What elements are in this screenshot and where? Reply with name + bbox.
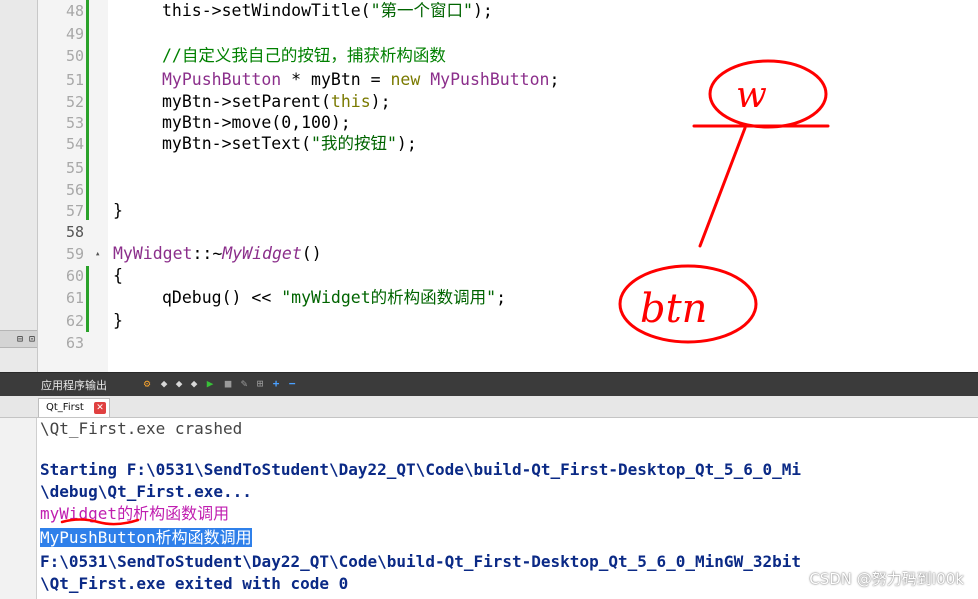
output-line-selected[interactable]: MyPushButton析构函数调用	[40, 527, 252, 549]
code-token: "myWidget的析构函数调用"	[281, 288, 497, 307]
code-token: MyWidget	[222, 244, 302, 263]
code-token: ()	[301, 244, 322, 263]
zoom-out-icon[interactable]: −	[286, 378, 298, 390]
output-pane-title: 应用程序输出	[41, 379, 107, 392]
tab-close-icon[interactable]: ✕	[94, 402, 106, 414]
line-number: 59	[65, 245, 84, 263]
annotation-circle-w	[708, 59, 828, 129]
line-number: 50	[65, 47, 84, 65]
output-left-strip	[0, 418, 37, 599]
code-token: myBtn->setText(	[162, 134, 312, 153]
code-token: ;	[549, 70, 560, 89]
code-token: this	[330, 92, 371, 111]
change-marker-bar	[86, 0, 89, 220]
next-item-icon[interactable]: ◆	[173, 378, 185, 390]
annotation-label-btn: btn	[640, 286, 707, 332]
line-number: 53	[65, 114, 84, 132]
code-token: * myBtn =	[281, 70, 391, 89]
line-number: 55	[65, 159, 84, 177]
line-number: 54	[65, 135, 84, 153]
selected-text[interactable]: MyPushButton析构函数调用	[40, 528, 252, 547]
code-token: new	[390, 70, 421, 89]
output-line: F:\0531\SendToStudent\Day22_QT\Code\buil…	[40, 552, 801, 571]
line-number-current: 58	[65, 223, 84, 241]
code-token: MyPushButton	[430, 70, 550, 89]
code-token: }	[113, 201, 123, 220]
output-pane-toolbar: 应用程序输出 ⚙ ◆ ◆ ◆ ▶ ■ ✎ ⊞ + −	[0, 372, 978, 397]
code-token: );	[396, 134, 417, 153]
code-token: ;	[496, 288, 506, 307]
left-dock-strip: ⊟ ⊡	[0, 0, 38, 372]
code-line-60[interactable]: {	[113, 265, 123, 287]
stop-icon[interactable]: ■	[222, 378, 234, 390]
code-line-51[interactable]: MyPushButton * myBtn = new MyPushButton;	[162, 69, 559, 91]
line-number: 60	[65, 267, 84, 285]
code-token: qDebug() <<	[162, 288, 282, 307]
line-number: 63	[65, 334, 84, 352]
line-number: 48	[65, 2, 84, 20]
code-token: }	[113, 311, 123, 330]
code-token: this->setWindowTitle(	[162, 1, 371, 20]
code-token: );	[473, 1, 493, 20]
code-line-52[interactable]: myBtn->setParent(this);	[162, 91, 391, 113]
line-number: 51	[65, 71, 84, 89]
change-marker-bar	[86, 266, 89, 332]
code-line-61[interactable]: qDebug() << "myWidget的析构函数调用";	[162, 287, 506, 309]
line-number: 52	[65, 93, 84, 111]
code-token: {	[113, 266, 123, 285]
line-number: 57	[65, 202, 84, 220]
annotation-underline-mywidget	[60, 518, 140, 526]
attach-icon[interactable]: ⊞	[254, 378, 266, 390]
code-line-50[interactable]: //自定义我自己的按钮，捕获析构函数	[162, 45, 446, 67]
output-settings-icon[interactable]: ⚙	[141, 378, 153, 390]
code-token: "第一个窗口"	[370, 1, 473, 20]
line-number: 61	[65, 289, 84, 307]
code-token: //自定义我自己的按钮，捕获析构函数	[162, 46, 446, 65]
code-token: ::~	[192, 244, 223, 263]
line-number: 56	[65, 181, 84, 199]
code-line-48[interactable]: this->setWindowTitle("第一个窗口");	[162, 0, 493, 22]
code-token: "我的按钮"	[311, 134, 397, 153]
clear-output-icon[interactable]: ✎	[238, 378, 250, 390]
code-token: MyPushButton	[162, 70, 282, 89]
code-editor[interactable]: ⊟ ⊡ 48 49 50 51 52 53 54 55 56 57 58 59 …	[0, 0, 978, 372]
code-token: myBtn->move(0,100);	[162, 113, 351, 132]
annotation-link-line	[698, 126, 747, 248]
annotation-circle-btn	[618, 264, 758, 344]
output-line: \Qt_First.exe crashed	[40, 419, 243, 438]
left-strip-controls[interactable]: ⊟ ⊡	[0, 330, 37, 348]
code-line-54[interactable]: myBtn->setText("我的按钮");	[162, 133, 417, 155]
previous-item-icon[interactable]: ◆	[158, 378, 170, 390]
annotation-label-w: w	[736, 75, 767, 116]
output-line: Starting F:\0531\SendToStudent\Day22_QT\…	[40, 460, 801, 479]
code-token: MyWidget	[113, 244, 193, 263]
handwritten-annotation: w btn	[618, 59, 830, 344]
line-number: 62	[65, 312, 84, 330]
tab-qt-first[interactable]: Qt_First ✕	[38, 398, 110, 417]
line-number: 49	[65, 25, 84, 43]
tab-label: Qt_First	[46, 402, 84, 413]
output-tab-bar: Qt_First ✕	[0, 396, 978, 418]
output-line: \debug\Qt_First.exe...	[40, 482, 252, 501]
watermark: CSDN @努力码到I00k	[809, 570, 964, 588]
jump-icon[interactable]: ◆	[188, 378, 200, 390]
output-line: \Qt_First.exe exited with code 0	[40, 574, 349, 593]
code-line-62[interactable]: }	[113, 310, 123, 332]
run-icon[interactable]: ▶	[204, 378, 216, 390]
code-token: myBtn->setParent(	[162, 92, 331, 111]
code-line-57[interactable]: }	[113, 200, 123, 222]
code-token: );	[370, 92, 391, 111]
code-line-59[interactable]: MyWidget::~MyWidget()	[113, 243, 322, 265]
code-line-53[interactable]: myBtn->move(0,100);	[162, 112, 351, 134]
zoom-in-icon[interactable]: +	[270, 378, 282, 390]
fold-arrow-icon[interactable]: ▴	[95, 249, 100, 259]
